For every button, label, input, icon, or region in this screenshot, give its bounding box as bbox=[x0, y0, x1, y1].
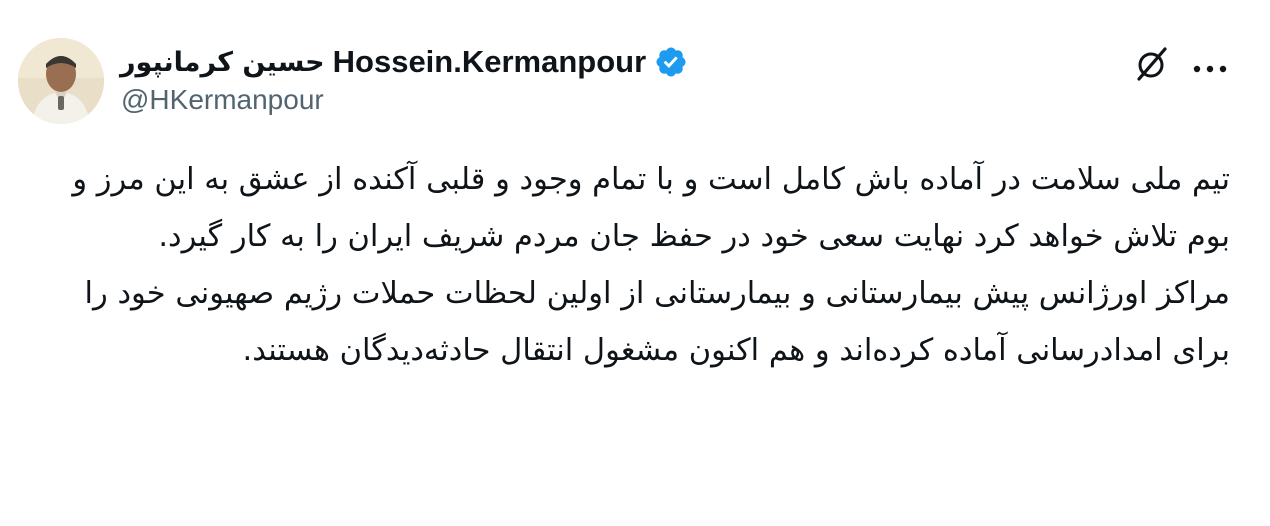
tweet-paragraph-1: تیم ملی سلامت در آماده باش کامل است و با… bbox=[72, 162, 1230, 254]
tweet-text: تیم ملی سلامت در آماده باش کامل است و با… bbox=[40, 151, 1230, 379]
grok-icon[interactable] bbox=[1134, 46, 1170, 82]
author-name-en[interactable]: Hossein.Kermanpour bbox=[333, 44, 647, 80]
more-options-icon[interactable] bbox=[1192, 59, 1228, 73]
tweet-paragraph-2: مراکز اورژانس پیش بیمارستانی و بیمارستان… bbox=[84, 276, 1230, 368]
avatar[interactable] bbox=[18, 38, 104, 124]
author-name-row[interactable]: حسین کرمانپور Hossein.Kermanpour bbox=[120, 40, 688, 84]
tweet-card: حسین کرمانپور Hossein.Kermanpour @HKerma… bbox=[0, 0, 1270, 526]
verified-badge-icon bbox=[654, 45, 688, 79]
author-handle[interactable]: @HKermanpour bbox=[121, 84, 324, 116]
author-name-fa[interactable]: حسین کرمانپور bbox=[120, 47, 325, 78]
top-actions bbox=[1134, 42, 1228, 86]
